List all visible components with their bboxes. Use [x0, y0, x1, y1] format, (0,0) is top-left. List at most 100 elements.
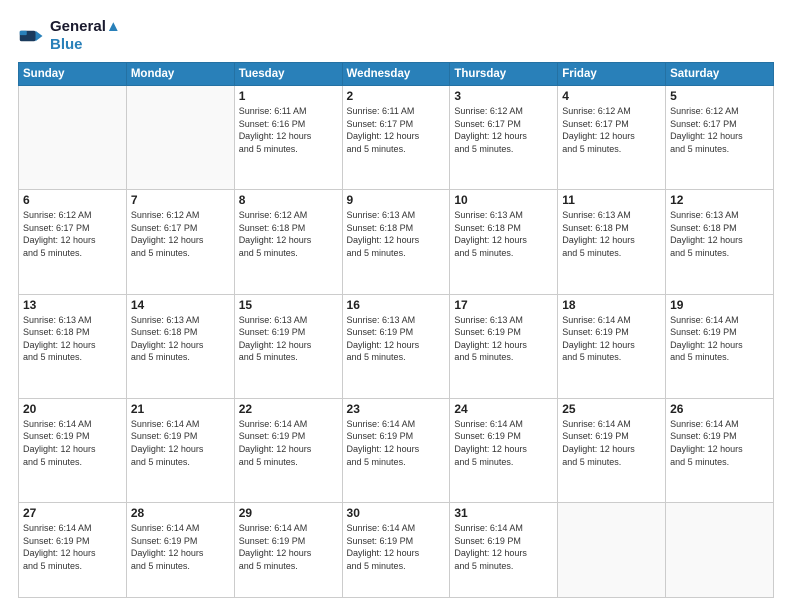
cell-info: Sunrise: 6:14 AM Sunset: 6:19 PM Dayligh…	[347, 418, 446, 468]
cell-info: Sunrise: 6:14 AM Sunset: 6:19 PM Dayligh…	[454, 522, 553, 572]
cell-info: Sunrise: 6:14 AM Sunset: 6:19 PM Dayligh…	[562, 418, 661, 468]
day-number: 31	[454, 506, 553, 520]
day-number: 27	[23, 506, 122, 520]
cell-info: Sunrise: 6:13 AM Sunset: 6:18 PM Dayligh…	[670, 209, 769, 259]
day-number: 14	[131, 298, 230, 312]
calendar-cell: 23Sunrise: 6:14 AM Sunset: 6:19 PM Dayli…	[342, 398, 450, 502]
logo-text: General▲ Blue	[50, 18, 121, 54]
cell-info: Sunrise: 6:14 AM Sunset: 6:19 PM Dayligh…	[239, 522, 338, 572]
logo: General▲ Blue	[18, 18, 121, 54]
day-number: 16	[347, 298, 446, 312]
cell-info: Sunrise: 6:14 AM Sunset: 6:19 PM Dayligh…	[562, 314, 661, 364]
col-header-wednesday: Wednesday	[342, 63, 450, 86]
calendar-cell: 5 Sunrise: 6:12 AM Sunset: 6:17 PM Daylig…	[666, 86, 774, 190]
calendar-cell: 13 Sunrise: 6:13 AM Sunset: 6:18 PM Dayli…	[19, 294, 127, 398]
calendar-cell: 3 Sunrise: 6:12 AM Sunset: 6:17 PM Daylig…	[450, 86, 558, 190]
cell-info: Sunrise: 6:11 AM Sunset: 6:16 PM Dayligh…	[239, 105, 338, 155]
cell-info: Sunrise: 6:14 AM Sunset: 6:19 PM Dayligh…	[670, 314, 769, 364]
cell-info: Sunrise: 6:14 AM Sunset: 6:19 PM Dayligh…	[454, 418, 553, 468]
calendar-cell: 15 Sunrise: 6:13 AM Sunset: 6:19 PM Dayli…	[234, 294, 342, 398]
cell-info: Sunrise: 6:14 AM Sunset: 6:19 PM Dayligh…	[347, 522, 446, 572]
col-header-thursday: Thursday	[450, 63, 558, 86]
calendar-cell: 22 Sunrise: 6:14 AM Sunset: 6:19 PM Dayli…	[234, 398, 342, 502]
logo-icon	[18, 22, 46, 50]
cell-info: Sunrise: 6:13 AM Sunset: 6:19 PM Dayligh…	[239, 314, 338, 364]
calendar-cell	[558, 503, 666, 598]
day-number: 10	[454, 193, 553, 207]
cell-info: Sunrise: 6:12 AM Sunset: 6:17 PM Dayligh…	[562, 105, 661, 155]
calendar-cell: 11Sunrise: 6:13 AM Sunset: 6:18 PM Dayli…	[558, 190, 666, 294]
cell-info: Sunrise: 6:14 AM Sunset: 6:19 PM Dayligh…	[131, 418, 230, 468]
day-number: 21	[131, 402, 230, 416]
calendar-cell: 2 Sunrise: 6:11 AM Sunset: 6:17 PM Daylig…	[342, 86, 450, 190]
calendar-cell: 10 Sunrise: 6:13 AM Sunset: 6:18 PM Dayli…	[450, 190, 558, 294]
day-number: 26	[670, 402, 769, 416]
day-number: 24	[454, 402, 553, 416]
header: General▲ Blue	[18, 18, 774, 54]
day-number: 30	[347, 506, 446, 520]
calendar-table: SundayMondayTuesdayWednesdayThursdayFrid…	[18, 62, 774, 598]
calendar-cell: 9Sunrise: 6:13 AM Sunset: 6:18 PM Daylig…	[342, 190, 450, 294]
calendar-cell: 20Sunrise: 6:14 AM Sunset: 6:19 PM Dayli…	[19, 398, 127, 502]
day-number: 15	[239, 298, 338, 312]
day-number: 25	[562, 402, 661, 416]
cell-info: Sunrise: 6:12 AM Sunset: 6:17 PM Dayligh…	[131, 209, 230, 259]
day-number: 12	[670, 193, 769, 207]
cell-info: Sunrise: 6:11 AM Sunset: 6:17 PM Dayligh…	[347, 105, 446, 155]
calendar-cell: 6 Sunrise: 6:12 AM Sunset: 6:17 PM Daylig…	[19, 190, 127, 294]
cell-info: Sunrise: 6:13 AM Sunset: 6:18 PM Dayligh…	[454, 209, 553, 259]
col-header-friday: Friday	[558, 63, 666, 86]
calendar-cell: 28 Sunrise: 6:14 AM Sunset: 6:19 PM Dayli…	[126, 503, 234, 598]
calendar-cell: 26Sunrise: 6:14 AM Sunset: 6:19 PM Dayli…	[666, 398, 774, 502]
day-number: 18	[562, 298, 661, 312]
day-number: 5	[670, 89, 769, 103]
calendar-cell: 14Sunrise: 6:13 AM Sunset: 6:18 PM Dayli…	[126, 294, 234, 398]
calendar-cell: 21 Sunrise: 6:14 AM Sunset: 6:19 PM Dayli…	[126, 398, 234, 502]
cell-info: Sunrise: 6:12 AM Sunset: 6:18 PM Dayligh…	[239, 209, 338, 259]
calendar-cell: 18 Sunrise: 6:14 AM Sunset: 6:19 PM Dayli…	[558, 294, 666, 398]
cell-info: Sunrise: 6:12 AM Sunset: 6:17 PM Dayligh…	[670, 105, 769, 155]
day-number: 2	[347, 89, 446, 103]
day-number: 17	[454, 298, 553, 312]
cell-info: Sunrise: 6:13 AM Sunset: 6:18 PM Dayligh…	[23, 314, 122, 364]
day-number: 9	[347, 193, 446, 207]
calendar-cell: 7 Sunrise: 6:12 AM Sunset: 6:17 PM Daylig…	[126, 190, 234, 294]
day-number: 13	[23, 298, 122, 312]
cell-info: Sunrise: 6:13 AM Sunset: 6:18 PM Dayligh…	[562, 209, 661, 259]
calendar-cell: 27 Sunrise: 6:14 AM Sunset: 6:19 PM Dayli…	[19, 503, 127, 598]
day-number: 19	[670, 298, 769, 312]
calendar-cell	[126, 86, 234, 190]
cell-info: Sunrise: 6:13 AM Sunset: 6:19 PM Dayligh…	[347, 314, 446, 364]
calendar-cell	[19, 86, 127, 190]
day-number: 8	[239, 193, 338, 207]
calendar-cell: 1Sunrise: 6:11 AM Sunset: 6:16 PM Daylig…	[234, 86, 342, 190]
cell-info: Sunrise: 6:14 AM Sunset: 6:19 PM Dayligh…	[239, 418, 338, 468]
cell-info: Sunrise: 6:14 AM Sunset: 6:19 PM Dayligh…	[23, 522, 122, 572]
calendar-cell: 29 Sunrise: 6:14 AM Sunset: 6:19 PM Dayli…	[234, 503, 342, 598]
calendar-cell: 19 Sunrise: 6:14 AM Sunset: 6:19 PM Dayli…	[666, 294, 774, 398]
cell-info: Sunrise: 6:13 AM Sunset: 6:19 PM Dayligh…	[454, 314, 553, 364]
page: General▲ Blue SundayMondayTuesdayWednesd…	[0, 0, 792, 612]
calendar-cell: 30 Sunrise: 6:14 AM Sunset: 6:19 PM Dayli…	[342, 503, 450, 598]
cell-info: Sunrise: 6:14 AM Sunset: 6:19 PM Dayligh…	[131, 522, 230, 572]
calendar-cell: 16 Sunrise: 6:13 AM Sunset: 6:19 PM Dayli…	[342, 294, 450, 398]
calendar-cell: 8 Sunrise: 6:12 AM Sunset: 6:18 PM Daylig…	[234, 190, 342, 294]
day-number: 7	[131, 193, 230, 207]
day-number: 28	[131, 506, 230, 520]
day-number: 4	[562, 89, 661, 103]
calendar-cell: 31 Sunrise: 6:14 AM Sunset: 6:19 PM Dayli…	[450, 503, 558, 598]
col-header-saturday: Saturday	[666, 63, 774, 86]
calendar-cell: 12 Sunrise: 6:13 AM Sunset: 6:18 PM Dayli…	[666, 190, 774, 294]
calendar-cell: 24 Sunrise: 6:14 AM Sunset: 6:19 PM Dayli…	[450, 398, 558, 502]
calendar-cell: 17 Sunrise: 6:13 AM Sunset: 6:19 PM Dayli…	[450, 294, 558, 398]
calendar-cell: 25 Sunrise: 6:14 AM Sunset: 6:19 PM Dayli…	[558, 398, 666, 502]
cell-info: Sunrise: 6:12 AM Sunset: 6:17 PM Dayligh…	[454, 105, 553, 155]
calendar-cell: 4 Sunrise: 6:12 AM Sunset: 6:17 PM Daylig…	[558, 86, 666, 190]
day-number: 29	[239, 506, 338, 520]
day-number: 6	[23, 193, 122, 207]
calendar-cell	[666, 503, 774, 598]
day-number: 22	[239, 402, 338, 416]
cell-info: Sunrise: 6:12 AM Sunset: 6:17 PM Dayligh…	[23, 209, 122, 259]
col-header-monday: Monday	[126, 63, 234, 86]
day-number: 3	[454, 89, 553, 103]
